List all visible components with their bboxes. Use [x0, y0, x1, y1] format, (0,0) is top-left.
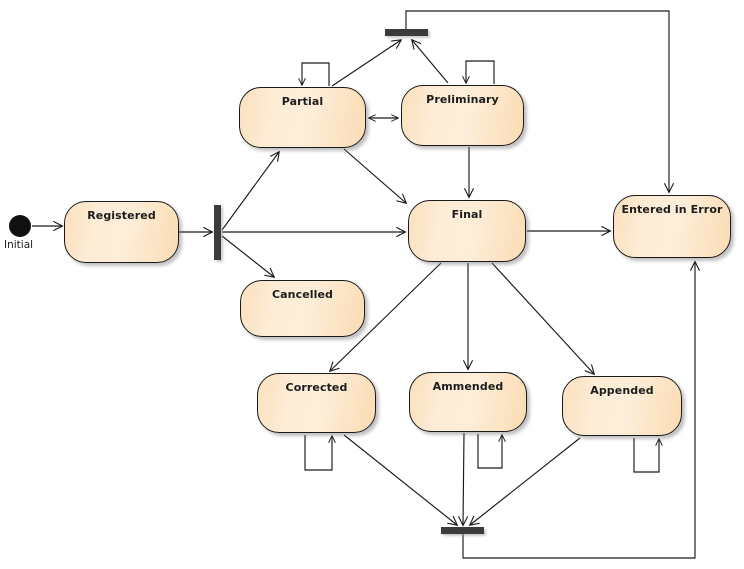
- state-appended[interactable]: Appended: [562, 376, 682, 436]
- edge-fork-to-partial: [221, 152, 279, 231]
- edge-preliminary-to-join-top: [412, 40, 449, 84]
- edge-corrected-to-join-bottom: [343, 434, 457, 525]
- state-registered[interactable]: Registered: [64, 201, 179, 263]
- edge-partial-to-join-top: [331, 40, 401, 87]
- initial-pseudostate-label: Initial: [4, 239, 34, 251]
- initial-pseudostate-icon[interactable]: [9, 215, 31, 237]
- edge-corrected-self-loop: [304, 435, 332, 471]
- join-bar-top-node[interactable]: [385, 29, 428, 36]
- state-label-corrected: Corrected: [285, 381, 348, 394]
- edge-final-to-appended: [491, 262, 594, 374]
- fork-bar-node[interactable]: [214, 205, 221, 260]
- state-partial[interactable]: Partial: [239, 87, 366, 148]
- state-label-ammended: Ammended: [432, 380, 504, 393]
- state-preliminary[interactable]: Preliminary: [401, 85, 524, 146]
- state-label-appended: Appended: [590, 384, 654, 397]
- edge-partial-self-loop: [302, 62, 330, 86]
- state-entered-in-error[interactable]: Entered in Error: [613, 195, 731, 258]
- state-label-partial: Partial: [281, 95, 324, 108]
- edge-ammended-self-loop: [477, 434, 502, 469]
- state-final[interactable]: Final: [408, 200, 526, 262]
- edge-partial-to-final: [343, 148, 406, 203]
- join-bar-bottom-node[interactable]: [441, 527, 484, 534]
- edge-appended-self-loop: [633, 438, 659, 473]
- edge-preliminary-self-loop: [466, 60, 495, 84]
- state-label-preliminary: Preliminary: [426, 93, 499, 106]
- edge-appended-to-join-bottom: [470, 437, 581, 525]
- state-label-entered-in-error: Entered in Error: [621, 203, 723, 216]
- state-label-registered: Registered: [87, 209, 156, 222]
- state-corrected[interactable]: Corrected: [257, 373, 376, 433]
- state-label-cancelled: Cancelled: [271, 288, 334, 301]
- state-cancelled[interactable]: Cancelled: [240, 280, 365, 337]
- edge-ammended-to-join-bottom: [463, 432, 464, 525]
- state-diagram-canvas: Initial Registered Partial Preliminary C…: [0, 0, 744, 569]
- edge-fork-to-cancelled: [221, 235, 274, 277]
- state-ammended[interactable]: Ammended: [409, 372, 527, 432]
- transition-edges-layer: [32, 10, 744, 559]
- state-label-final: Final: [451, 208, 483, 221]
